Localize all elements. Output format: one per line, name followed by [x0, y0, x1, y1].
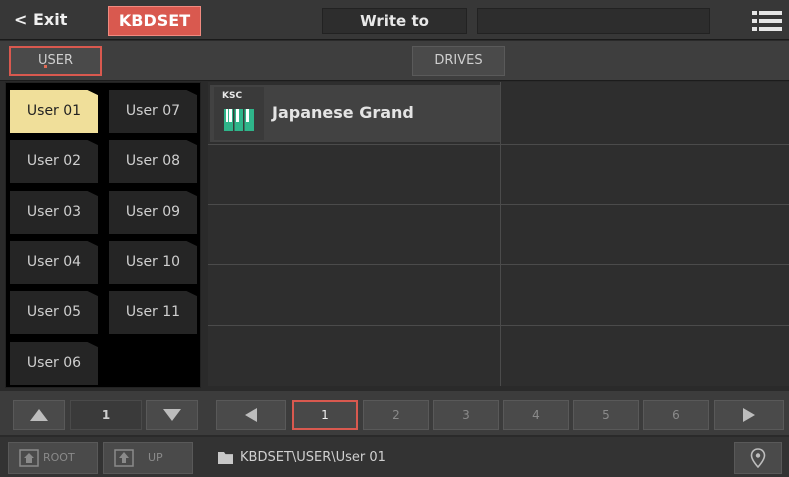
- root-label: ROOT: [43, 451, 75, 464]
- folder-user-03[interactable]: User 03: [10, 191, 98, 234]
- drives-button[interactable]: DRIVES: [412, 46, 505, 76]
- current-path: KBDSET\USER\User 01: [240, 450, 386, 465]
- prev-page-button[interactable]: [216, 400, 286, 430]
- page-button-5[interactable]: 5: [573, 400, 639, 430]
- page-button-2[interactable]: 2: [363, 400, 429, 430]
- folder-user-05[interactable]: User 05: [10, 291, 98, 334]
- triangle-up-icon: [30, 409, 48, 421]
- entry-grid: KSC Japanese Grand: [208, 82, 789, 386]
- folder-user-10[interactable]: User 10: [109, 241, 197, 284]
- folder-up-icon: [114, 449, 134, 467]
- page-button-1[interactable]: 1: [292, 400, 358, 430]
- grid-divider: [208, 204, 789, 205]
- folder-user-01[interactable]: User 01: [10, 90, 98, 133]
- entry-japanese-grand[interactable]: KSC Japanese Grand: [210, 85, 500, 142]
- piano-keys-icon: [224, 109, 254, 131]
- entry-name: Japanese Grand: [272, 103, 414, 122]
- folder-page-display: 1: [70, 400, 142, 430]
- folder-scroll-up-button[interactable]: [13, 400, 65, 430]
- write-to-button[interactable]: Write to: [322, 8, 467, 34]
- up-button[interactable]: UP: [103, 442, 193, 474]
- home-folder-icon: [19, 449, 39, 467]
- folder-panel: User 01 User 02 User 03 User 04 User 05 …: [5, 82, 201, 388]
- grid-divider: [208, 325, 789, 326]
- folder-user-04[interactable]: User 04: [10, 241, 98, 284]
- location-button[interactable]: [734, 442, 782, 474]
- location-pin-icon: [750, 448, 766, 469]
- folder-scroll-down-button[interactable]: [146, 400, 198, 430]
- folder-user-06[interactable]: User 06: [10, 342, 98, 385]
- folder-user-09[interactable]: User 09: [109, 191, 197, 234]
- up-label: UP: [148, 451, 163, 464]
- folder-user-02[interactable]: User 02: [10, 140, 98, 183]
- root-button[interactable]: ROOT: [8, 442, 98, 474]
- folder-user-11[interactable]: User 11: [109, 291, 197, 334]
- hamburger-menu-icon[interactable]: [752, 10, 782, 32]
- next-page-button[interactable]: [714, 400, 784, 430]
- folder-user-08[interactable]: User 08: [109, 140, 197, 183]
- write-target-field[interactable]: [477, 8, 710, 34]
- grid-divider: [500, 82, 501, 386]
- page-button-3[interactable]: 3: [433, 400, 499, 430]
- page-button-4[interactable]: 4: [503, 400, 569, 430]
- exit-button[interactable]: < Exit: [6, 5, 96, 35]
- page-button-6[interactable]: 6: [643, 400, 709, 430]
- grid-divider: [208, 264, 789, 265]
- triangle-right-icon: [743, 408, 755, 422]
- mode-button-kbdset[interactable]: KBDSET: [108, 6, 201, 36]
- triangle-down-icon: [163, 409, 181, 421]
- source-bar: USER DRIVES: [0, 41, 789, 81]
- user-source-button[interactable]: USER: [9, 46, 102, 76]
- triangle-left-icon: [245, 408, 257, 422]
- user-source-indicator: [44, 65, 47, 68]
- entry-type-badge: KSC: [214, 87, 264, 140]
- grid-divider: [208, 144, 789, 145]
- folder-user-07[interactable]: User 07: [109, 90, 197, 133]
- ksc-label: KSC: [222, 91, 243, 101]
